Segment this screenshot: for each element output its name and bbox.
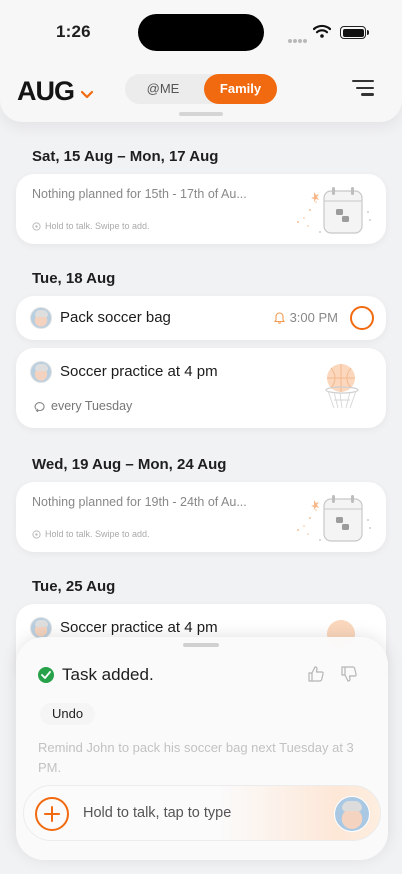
toast-text: Task added. — [62, 665, 154, 684]
task-added-toast: Task added. — [38, 665, 154, 685]
assistant-input-bar[interactable]: Hold to talk, tap to type — [23, 785, 381, 841]
empty-range-card[interactable]: Nothing planned for 15th - 17th of Au...… — [16, 174, 386, 244]
chevron-down-icon — [80, 90, 94, 99]
section-heading: Wed, 19 Aug – Mon, 24 Aug — [32, 456, 227, 473]
section-heading: Tue, 18 Aug — [32, 270, 116, 287]
calendar-illustration-icon — [297, 495, 371, 542]
task-title: Pack soccer bag — [60, 309, 171, 326]
tab-family[interactable]: Family — [204, 74, 277, 104]
battery-icon — [340, 26, 369, 39]
header-grabber[interactable] — [179, 112, 223, 116]
sheet-grabber[interactable] — [183, 643, 219, 647]
status-time: 1:26 — [56, 22, 91, 41]
thumbs-up-icon[interactable] — [307, 665, 325, 683]
empty-range-card[interactable]: Nothing planned for 19th - 24th of Au...… — [16, 482, 386, 552]
repeat-text: every Tuesday — [51, 399, 133, 413]
undo-button[interactable]: Undo — [40, 703, 96, 725]
hint-icon — [32, 529, 41, 539]
basketball-hoop-illustration-icon — [325, 364, 359, 409]
hint-text: Hold to talk. Swipe to add. — [45, 529, 150, 539]
section-heading: Tue, 25 Aug — [32, 578, 116, 595]
empty-hint: Hold to talk. Swipe to add. — [32, 529, 150, 539]
tab-me[interactable]: @ME — [125, 74, 201, 104]
month-selector[interactable]: AUG — [17, 76, 94, 107]
view-toggle: @ME Family — [125, 74, 277, 104]
wifi-icon — [313, 24, 331, 38]
voice-text-input[interactable]: Hold to talk, tap to type — [83, 805, 231, 821]
task-title: Soccer practice at 4 pm — [60, 619, 218, 636]
empty-title: Nothing planned for 15th - 17th of Au... — [32, 187, 247, 201]
avatar — [30, 617, 52, 639]
calendar-illustration-icon — [297, 187, 371, 234]
hint-icon — [32, 221, 41, 231]
dynamic-island — [138, 14, 264, 51]
repeat-icon — [34, 401, 45, 412]
empty-title: Nothing planned for 19th - 24th of Au... — [32, 495, 247, 509]
filter-menu-icon[interactable] — [352, 80, 374, 98]
avatar — [30, 361, 52, 383]
user-avatar[interactable] — [334, 796, 370, 832]
add-button[interactable] — [35, 797, 69, 831]
voice-transcript: Remind John to pack his soccer bag next … — [38, 740, 354, 775]
month-label: AUG — [17, 76, 75, 106]
status-bar: 1:26 — [0, 0, 402, 60]
assistant-sheet: Task added. Undo Remind John to pack his… — [16, 637, 388, 860]
check-circle-icon — [38, 667, 54, 683]
avatar — [30, 307, 52, 329]
thumbs-down-icon[interactable] — [340, 665, 358, 683]
complete-task-checkbox[interactable] — [350, 306, 374, 330]
task-card[interactable]: Soccer practice at 4 pm every Tuesday — [16, 348, 386, 428]
reminder-time: 3:00 PM — [273, 310, 338, 325]
task-card[interactable]: Pack soccer bag 3:00 PM — [16, 296, 386, 340]
bell-icon — [273, 311, 285, 324]
hint-text: Hold to talk. Swipe to add. — [45, 221, 150, 231]
reminder-time-text: 3:00 PM — [289, 310, 338, 325]
empty-hint: Hold to talk. Swipe to add. — [32, 221, 150, 231]
section-heading: Sat, 15 Aug – Mon, 17 Aug — [32, 148, 219, 165]
repeat-info: every Tuesday — [34, 399, 132, 413]
signal-icon — [288, 30, 308, 43]
task-title: Soccer practice at 4 pm — [60, 363, 218, 380]
